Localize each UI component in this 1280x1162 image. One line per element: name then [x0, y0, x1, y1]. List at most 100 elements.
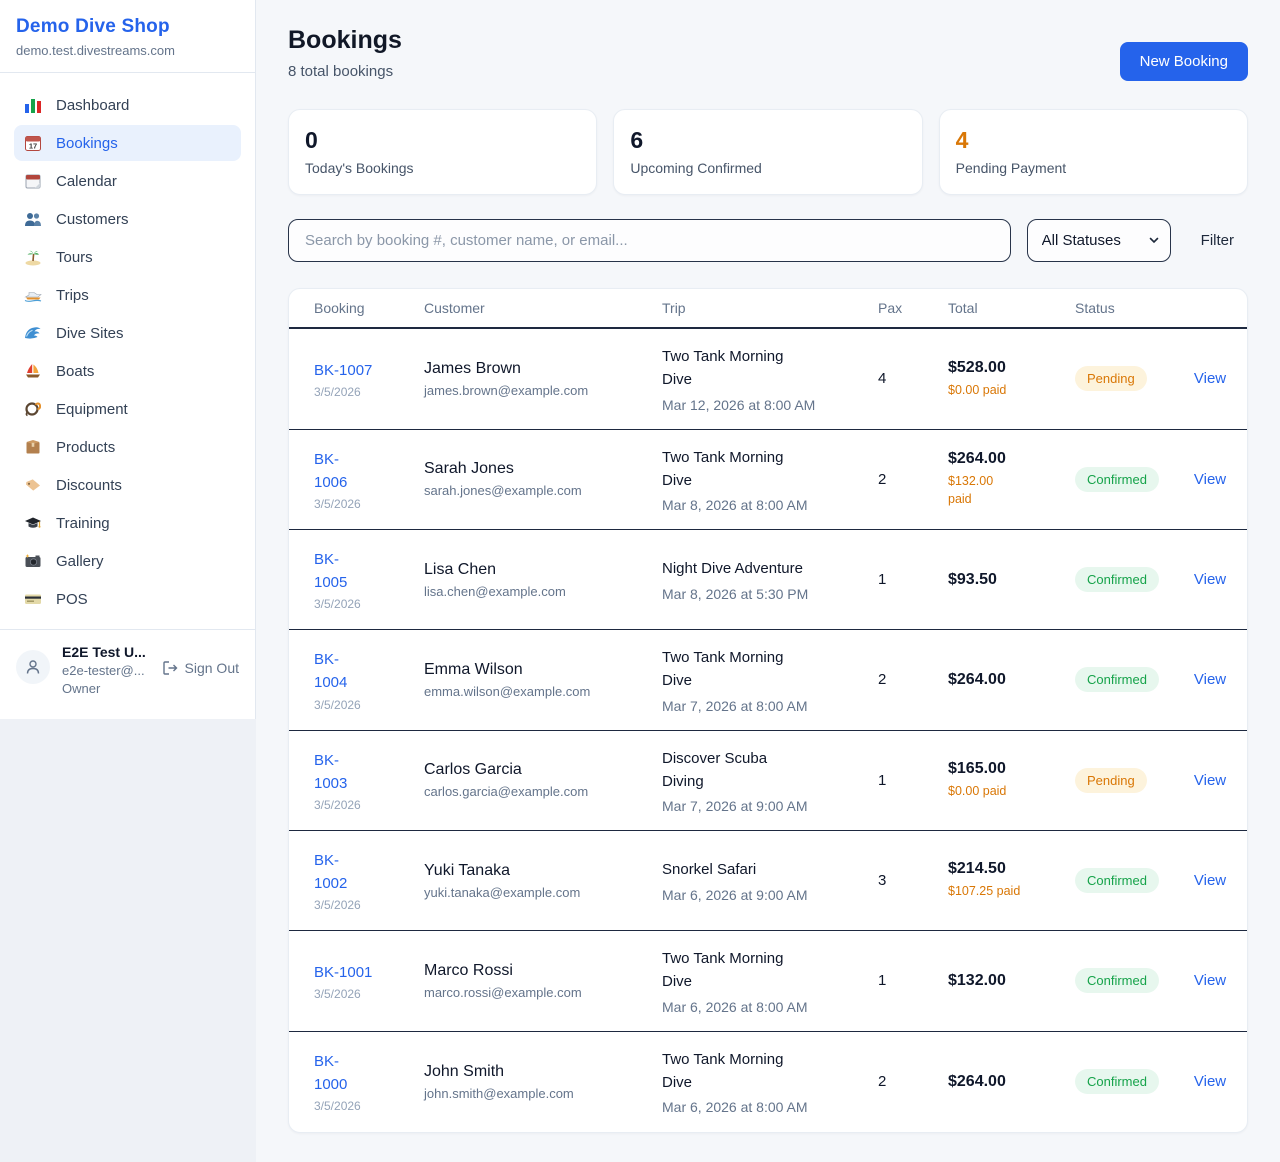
sidebar-item-label: Trips	[56, 287, 89, 304]
booking-cell: BK-1006 3/5/2026	[314, 432, 424, 528]
sidebar-item-label: Bookings	[56, 135, 118, 152]
credit-card-icon	[24, 590, 42, 608]
view-link[interactable]: View	[1191, 856, 1237, 905]
status-select[interactable]: All Statuses	[1027, 219, 1171, 262]
sidebar-item-trips[interactable]: Trips	[14, 277, 241, 313]
stats-row: 0 Today's Bookings 6 Upcoming Confirmed …	[288, 109, 1248, 195]
customer-name: Yuki Tanaka	[424, 862, 654, 880]
sidebar-item-bookings[interactable]: 17 Bookings	[14, 125, 241, 161]
stat-value: 0	[305, 127, 580, 154]
total-cell: $264.00 $132.00paid	[948, 434, 1075, 524]
sidebar-item-equipment[interactable]: Equipment	[14, 391, 241, 427]
customer-name: Marco Rossi	[424, 962, 654, 980]
booking-id-link[interactable]: BK-1004	[314, 648, 416, 695]
new-booking-button[interactable]: New Booking	[1120, 42, 1248, 81]
camera-icon	[24, 552, 42, 570]
total-amount: $165.00	[948, 760, 1067, 778]
column-header-booking: Booking	[314, 289, 424, 327]
svg-text:17: 17	[29, 142, 37, 151]
trip-cell: Night Dive Adventure Mar 8, 2026 at 5:30…	[662, 541, 878, 617]
sidebar-item-boats[interactable]: Boats	[14, 353, 241, 389]
table-row: BK-1006 3/5/2026 Sarah Jones sarah.jones…	[289, 430, 1247, 531]
sidebar-item-label: Boats	[56, 363, 94, 380]
sidebar-item-pos[interactable]: POS	[14, 581, 241, 617]
stat-value: 6	[630, 127, 905, 154]
avatar	[16, 650, 50, 684]
sidebar-item-gallery[interactable]: Gallery	[14, 543, 241, 579]
sign-out-icon	[162, 660, 178, 676]
sidebar-item-tours[interactable]: Tours	[14, 239, 241, 275]
customer-name: Carlos Garcia	[424, 761, 654, 779]
trip-datetime: Mar 12, 2026 at 8:00 AM	[662, 397, 870, 413]
view-link[interactable]: View	[1191, 956, 1237, 1005]
sidebar-item-label: Equipment	[56, 401, 128, 418]
booking-id-link[interactable]: BK-1002	[314, 849, 416, 896]
total-cell: $214.50 $107.25 paid	[948, 844, 1075, 916]
booking-cell: BK-1002 3/5/2026	[314, 833, 424, 929]
table-body: BK-1007 3/5/2026 James Brown james.brown…	[289, 329, 1247, 1132]
view-link[interactable]: View	[1191, 655, 1237, 704]
view-link[interactable]: View	[1191, 1057, 1237, 1106]
customer-cell: Lisa Chen lisa.chen@example.com	[424, 545, 662, 615]
view-link[interactable]: View	[1191, 756, 1237, 805]
sidebar-item-label: Training	[56, 515, 110, 532]
sidebar-item-products[interactable]: Products	[14, 429, 241, 465]
trip-cell: Two Tank MorningDive Mar 6, 2026 at 8:00…	[662, 931, 878, 1031]
customer-email: lisa.chen@example.com	[424, 584, 654, 599]
trip-datetime: Mar 6, 2026 at 9:00 AM	[662, 887, 870, 903]
pax-cell: 1	[878, 756, 948, 805]
sidebar-item-label: Dive Sites	[56, 325, 124, 342]
table-row: BK-1007 3/5/2026 James Brown james.brown…	[289, 329, 1247, 430]
booking-id-link[interactable]: BK-1007	[314, 359, 416, 382]
sidebar-item-discounts[interactable]: Discounts	[14, 467, 241, 503]
sign-out-button[interactable]: Sign Out	[162, 660, 239, 676]
brand-title: Demo Dive Shop	[16, 16, 239, 38]
customer-name: Lisa Chen	[424, 561, 654, 579]
status-badge: Confirmed	[1075, 1069, 1159, 1094]
booking-id-link[interactable]: BK-1003	[314, 749, 416, 796]
sidebar-item-customers[interactable]: Customers	[14, 201, 241, 237]
sidebar-item-dive-sites[interactable]: Dive Sites	[14, 315, 241, 351]
sign-out-label: Sign Out	[185, 660, 239, 676]
page-title: Bookings	[288, 26, 402, 55]
person-icon	[24, 658, 42, 676]
status-cell: Confirmed	[1075, 852, 1191, 909]
sidebar-item-dashboard[interactable]: Dashboard	[14, 87, 241, 123]
booking-id-link[interactable]: BK-1005	[314, 548, 416, 595]
total-amount: $132.00	[948, 972, 1067, 990]
trip-title: Two Tank MorningDive	[662, 446, 870, 493]
customer-email: yuki.tanaka@example.com	[424, 885, 654, 900]
booking-date: 3/5/2026	[314, 698, 416, 712]
table-row: BK-1002 3/5/2026 Yuki Tanaka yuki.tanaka…	[289, 831, 1247, 931]
user-meta: E2E Test U... e2e-tester@... Owner	[62, 644, 150, 697]
wave-icon	[24, 324, 42, 342]
total-cell: $264.00	[948, 655, 1075, 705]
sailboat-icon	[24, 362, 42, 380]
customer-email: john.smith@example.com	[424, 1086, 654, 1101]
pax-cell: 1	[878, 956, 948, 1005]
user-block: E2E Test U... e2e-tester@... Owner Sign …	[0, 629, 255, 713]
sidebar-item-training[interactable]: Training	[14, 505, 241, 541]
trip-datetime: Mar 8, 2026 at 5:30 PM	[662, 586, 870, 602]
search-input[interactable]	[288, 219, 1011, 262]
bookings-table: Booking Customer Trip Pax Total Status B…	[288, 288, 1248, 1133]
calendar-icon	[24, 172, 42, 190]
view-link[interactable]: View	[1191, 555, 1237, 604]
stat-label: Pending Payment	[956, 160, 1231, 176]
view-link[interactable]: View	[1191, 455, 1237, 504]
booking-cell: BK-1003 3/5/2026	[314, 733, 424, 829]
main-content: Bookings 8 total bookings New Booking 0 …	[256, 0, 1280, 1162]
booking-id-link[interactable]: BK-1006	[314, 448, 416, 495]
sidebar-item-calendar[interactable]: Calendar	[14, 163, 241, 199]
status-cell: Confirmed	[1075, 1053, 1191, 1110]
booking-cell: BK-1000 3/5/2026	[314, 1034, 424, 1130]
calendar-17-icon: 17	[24, 134, 42, 152]
view-link[interactable]: View	[1191, 354, 1237, 403]
booking-id-link[interactable]: BK-1001	[314, 961, 416, 984]
trip-datetime: Mar 6, 2026 at 8:00 AM	[662, 1099, 870, 1115]
booking-id-link[interactable]: BK-1000	[314, 1050, 416, 1097]
filter-button[interactable]: Filter	[1187, 224, 1248, 257]
page-header: Bookings 8 total bookings New Booking	[288, 26, 1248, 81]
total-amount: $264.00	[948, 450, 1067, 468]
customer-cell: James Brown james.brown@example.com	[424, 344, 662, 414]
